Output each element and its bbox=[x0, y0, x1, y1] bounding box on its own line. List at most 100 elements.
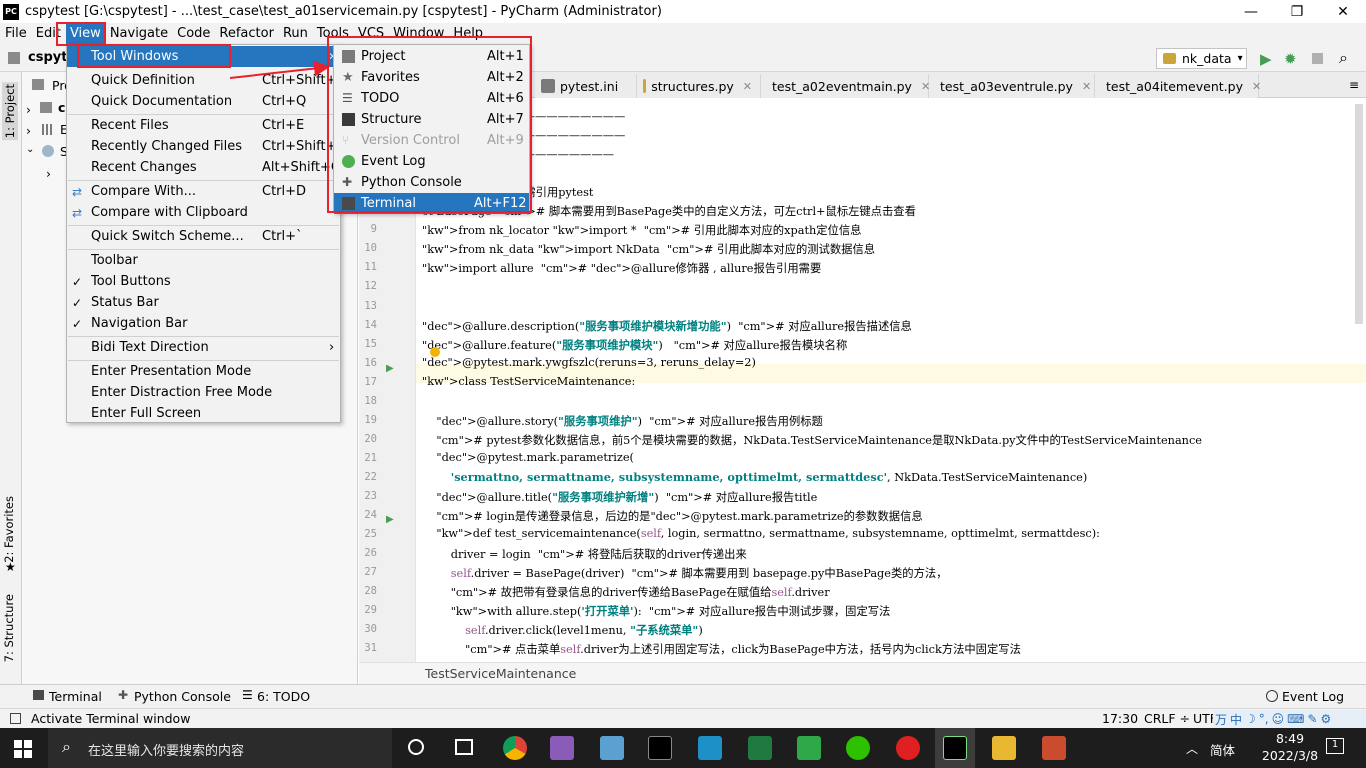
run-icon[interactable]: ▶ bbox=[1260, 50, 1272, 68]
tool-window-item-favorites[interactable]: ★ Favorites Alt+2 bbox=[334, 67, 529, 88]
menu-help[interactable]: Help bbox=[449, 23, 487, 44]
code-line[interactable]: 'sermattno, sermattname, subsystemname, … bbox=[422, 470, 1088, 484]
code-line[interactable]: "cm"># 点击菜单self.driver为上述引用固定写法，click为Ba… bbox=[422, 641, 1021, 657]
code-line[interactable]: "cm"># pytest参数化数据信息，前5个是模块需要的数据，NkData.… bbox=[422, 432, 1202, 448]
code-line[interactable]: "dec">@allure.description("服务事项维护模块新增功能"… bbox=[422, 318, 912, 334]
chevron-down-icon[interactable]: ⌄ bbox=[26, 144, 34, 155]
expand-arrow-icon[interactable]: › bbox=[26, 123, 31, 138]
menu-navigate[interactable]: Navigate bbox=[106, 23, 172, 44]
close-icon[interactable]: ✕ bbox=[743, 80, 752, 93]
excel-icon[interactable] bbox=[748, 736, 772, 760]
menu-edit[interactable]: Edit bbox=[32, 23, 65, 44]
view-menu-item-enter-distraction-free-mode[interactable]: Enter Distraction Free Mode bbox=[67, 382, 340, 403]
debug-icon[interactable]: ✹ bbox=[1284, 50, 1297, 68]
code-line[interactable]: "kw">from nk_data "kw">import NkData "cm… bbox=[422, 241, 875, 257]
chrome-icon[interactable] bbox=[503, 736, 527, 760]
code-line[interactable]: "kw">from nk_locator "kw">import * "cm">… bbox=[422, 222, 861, 238]
panel-toggle-icon[interactable] bbox=[10, 713, 21, 724]
structure-tool-tab[interactable]: 7: Structure bbox=[2, 594, 16, 662]
tool-window-item-version-control[interactable]: ⑂ Version Control Alt+9 bbox=[334, 130, 529, 151]
tool-window-item-event-log[interactable]: Event Log bbox=[334, 151, 529, 172]
clock-time[interactable]: 8:49 bbox=[1260, 731, 1320, 746]
code-line[interactable]: self.driver = BasePage(driver) "cm"># 脚本… bbox=[422, 565, 948, 581]
tab-pytest-ini[interactable]: pytest.ini bbox=[535, 74, 637, 98]
view-menu-item-recently-changed-files[interactable]: Recently Changed Files Ctrl+Shift+E bbox=[67, 136, 345, 157]
tree-row[interactable]: c bbox=[58, 100, 65, 115]
app-icon[interactable] bbox=[698, 736, 722, 760]
tab-structures-py[interactable]: structures.py ✕ bbox=[637, 74, 761, 98]
menu-run[interactable]: Run bbox=[279, 23, 312, 44]
expand-arrow-icon[interactable]: › bbox=[46, 166, 51, 181]
run-gutter-icon[interactable]: ▶ bbox=[386, 514, 394, 525]
run-gutter-icon[interactable]: ▶ bbox=[386, 363, 394, 374]
tool-window-item-todo[interactable]: ☰ TODO Alt+6 bbox=[334, 88, 529, 109]
chevron-up-icon[interactable]: ︿ bbox=[1186, 740, 1198, 757]
view-menu-item-quick-switch-scheme[interactable]: Quick Switch Scheme... Ctrl+` bbox=[67, 226, 340, 247]
app-icon[interactable] bbox=[797, 736, 821, 760]
code-line[interactable]: "dec">@pytest.mark.parametrize( bbox=[422, 451, 634, 464]
powerpoint-icon[interactable] bbox=[1042, 736, 1066, 760]
editor-breadcrumb[interactable]: TestServiceMaintenance bbox=[425, 666, 576, 681]
search-icon[interactable]: ⌕ bbox=[1339, 48, 1348, 68]
view-menu-item-status-bar[interactable]: ✓ Status Bar bbox=[67, 292, 340, 313]
view-menu-item-compare-with-clipboard[interactable]: ⇄ Compare with Clipboard bbox=[67, 202, 340, 223]
close-button[interactable]: ✕ bbox=[1320, 0, 1366, 23]
event-log-tool-button[interactable]: Event Log bbox=[1282, 689, 1344, 704]
tool-window-item-structure[interactable]: Structure Alt+7 bbox=[334, 109, 529, 130]
tab-overflow-icon[interactable]: ≡ bbox=[1349, 78, 1359, 92]
view-menu-item-enter-presentation-mode[interactable]: Enter Presentation Mode bbox=[67, 361, 340, 382]
code-line[interactable]: "dec">@allure.feature("服务事项维护模块") "cm">#… bbox=[422, 337, 847, 353]
close-icon[interactable]: ✕ bbox=[1082, 80, 1091, 93]
ime-indicator[interactable]: 简体 bbox=[1210, 740, 1235, 759]
notification-icon[interactable]: 1 bbox=[1326, 738, 1344, 754]
project-tool-tab[interactable]: 1: Project bbox=[2, 82, 18, 141]
close-icon[interactable]: ✕ bbox=[1252, 80, 1261, 93]
view-menu-item-recent-changes[interactable]: Recent Changes Alt+Shift+C bbox=[67, 157, 340, 178]
code-line[interactable]: driver = login "cm"># 将登陆后获取的driver传递出来 bbox=[422, 546, 747, 562]
terminal-icon[interactable] bbox=[648, 736, 672, 760]
tool-window-item-terminal[interactable]: Terminal Alt+F12 bbox=[334, 193, 529, 214]
todo-tool-button[interactable]: 6: TODO bbox=[257, 689, 310, 704]
task-view-icon[interactable] bbox=[455, 739, 473, 755]
caret-position[interactable]: 17:30 bbox=[1102, 711, 1138, 726]
code-line[interactable]: "dec">@pytest.mark.ywgfszlc(reruns=3, re… bbox=[422, 356, 756, 369]
code-line[interactable]: "dec">@allure.title("服务事项维护新增") "cm"># 对… bbox=[422, 489, 817, 505]
view-menu-item-compare-with[interactable]: ⇄ Compare With... Ctrl+D bbox=[67, 181, 340, 202]
view-menu-item-enter-full-screen[interactable]: Enter Full Screen bbox=[67, 403, 340, 424]
code-line[interactable]: "cm"># 故把带有登录信息的driver传递给BasePage在赋值给sel… bbox=[422, 584, 830, 600]
taskbar-search-input[interactable]: 在这里输入你要搜索的内容 bbox=[88, 740, 244, 759]
expand-arrow-icon[interactable]: › bbox=[26, 102, 31, 117]
windows-start-icon[interactable] bbox=[14, 740, 32, 758]
view-menu-item-quick-documentation[interactable]: Quick Documentation Ctrl+Q bbox=[67, 91, 340, 112]
code-line[interactable]: "kw">with allure.step('打开菜单'): "cm"># 对应… bbox=[422, 603, 891, 619]
code-line[interactable]: "kw">class TestServiceMaintenance: bbox=[422, 375, 635, 388]
app-icon[interactable] bbox=[896, 736, 920, 760]
code-line[interactable]: self.driver.click(level1menu, "子系统菜单") bbox=[422, 622, 703, 638]
tab-test-a04itemevent[interactable]: test_a04itemevent.py ✕ bbox=[1095, 74, 1261, 98]
favorites-tool-tab[interactable]: 2: Favorites bbox=[2, 496, 16, 563]
wechat-icon[interactable] bbox=[846, 736, 870, 760]
code-line[interactable]: "dec">@allure.story("服务事项维护") "cm"># 对应a… bbox=[422, 413, 822, 429]
clock-date[interactable]: 2022/3/8 bbox=[1250, 748, 1330, 763]
tool-window-item-python-console[interactable]: ✚ Python Console bbox=[334, 172, 529, 193]
pycharm-icon[interactable] bbox=[943, 736, 967, 760]
menu-tools[interactable]: Tools bbox=[313, 23, 353, 44]
menu-window[interactable]: Window bbox=[389, 23, 448, 44]
app-icon[interactable] bbox=[550, 736, 574, 760]
menu-vcs[interactable]: VCS bbox=[354, 23, 388, 44]
file-explorer-icon[interactable] bbox=[992, 736, 1016, 760]
tool-window-item-project[interactable]: Project Alt+1 bbox=[334, 46, 529, 67]
maximize-button[interactable]: ❐ bbox=[1274, 0, 1320, 23]
code-line[interactable]: "kw">def test_servicemaintenance(self, l… bbox=[422, 527, 1100, 540]
view-menu-item-recent-files[interactable]: Recent Files Ctrl+E bbox=[67, 115, 340, 136]
terminal-tool-button[interactable]: Terminal bbox=[49, 689, 102, 704]
app-icon[interactable] bbox=[600, 736, 624, 760]
menu-view[interactable]: View bbox=[65, 23, 105, 44]
line-separator[interactable]: CRLF ÷ bbox=[1144, 711, 1190, 726]
run-config-select[interactable]: nk_data ▾ bbox=[1156, 48, 1247, 69]
code-line[interactable]: "cm"># login是传递登录信息，后边的是"dec">@pytest.ma… bbox=[422, 508, 922, 524]
minimize-button[interactable]: — bbox=[1228, 0, 1274, 23]
tab-test-a03eventrule[interactable]: test_a03eventrule.py ✕ bbox=[929, 74, 1095, 98]
tab-test-a02eventmain[interactable]: test_a02eventmain.py ✕ bbox=[761, 74, 930, 98]
editor-scrollbar[interactable] bbox=[1355, 104, 1363, 324]
